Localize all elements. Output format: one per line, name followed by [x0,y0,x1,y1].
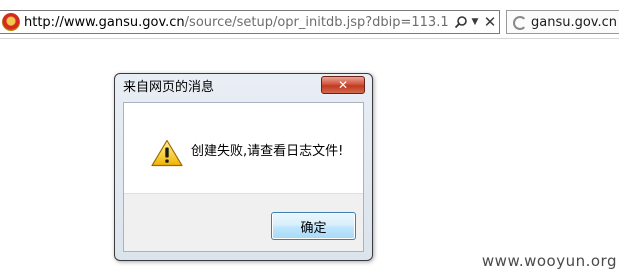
url-domain: http://www.gansu.gov.cn [24,15,185,30]
dialog-titlebar[interactable]: 来自网页的消息 ✕ [115,74,372,102]
dialog-title: 来自网页的消息 [123,80,215,95]
ok-button[interactable]: 确定 [271,212,356,240]
address-url[interactable]: http://www.gansu.gov.cn/source/setup/opr… [24,14,449,31]
close-icon[interactable]: ✕ [481,13,499,31]
browser-toolbar: http://www.gansu.gov.cn/source/setup/opr… [0,0,619,39]
watermark: www.wooyun.org [481,252,617,270]
national-emblem-icon [2,13,20,31]
dialog-message: 创建失败,请查看日志文件! [191,144,344,159]
dialog-body: 创建失败,请查看日志文件! 确定 [123,102,364,252]
message-area: 创建失败,请查看日志文件! [124,103,363,193]
dialog-close-button[interactable]: ✕ [321,76,365,94]
alert-dialog: 来自网页的消息 ✕ 创建失败,请查看日志文件! 确定 [114,73,373,261]
page: http://www.gansu.gov.cn/source/setup/opr… [0,0,619,272]
loading-spinner-icon [513,16,527,30]
button-area: 确定 [124,193,363,251]
url-path: /source/setup/opr_initdb.jsp?dbip=113.12… [184,15,449,30]
address-bar[interactable]: http://www.gansu.gov.cn/source/setup/opr… [0,10,500,34]
warning-icon [151,139,183,167]
browser-tab[interactable]: gansu.gov.cn [506,10,619,34]
tab-title: gansu.gov.cn [531,15,618,30]
